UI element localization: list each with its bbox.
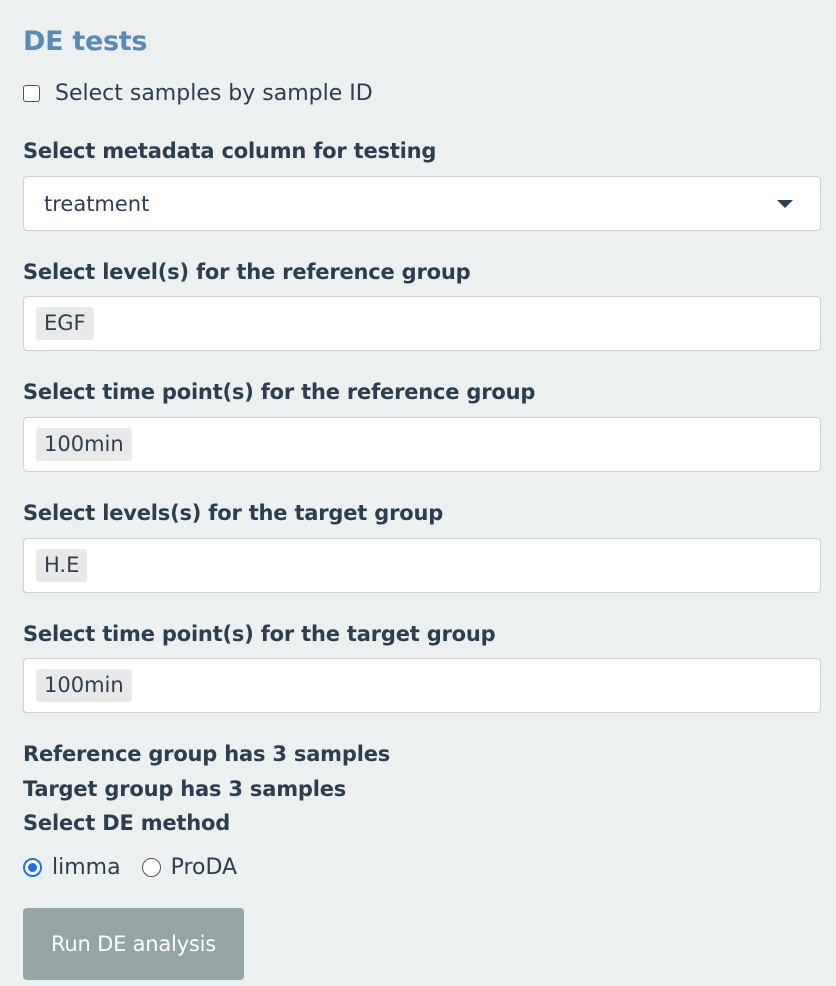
target-timepoint-chip[interactable]: 100min: [36, 669, 132, 702]
metadata-column-value: treatment: [44, 192, 150, 216]
reference-timepoints-label: Select time point(s) for the reference g…: [23, 380, 536, 404]
run-de-analysis-button[interactable]: Run DE analysis: [23, 908, 244, 980]
target-levels-label: Select levels(s) for the target group: [23, 501, 444, 525]
reference-levels-input[interactable]: EGF: [23, 296, 821, 351]
metadata-column-select[interactable]: treatment: [23, 176, 821, 231]
reference-level-chip[interactable]: EGF: [36, 307, 94, 340]
metadata-column-label: Select metadata column for testing: [23, 139, 437, 163]
select-by-sample-id-toggle[interactable]: Select samples by sample ID: [23, 78, 373, 108]
radio-limma-label[interactable]: limma: [52, 855, 121, 880]
chevron-down-icon[interactable]: [777, 200, 793, 208]
select-by-sample-id-checkbox[interactable]: [23, 84, 40, 102]
target-count-text: Target group has 3 samples: [23, 777, 347, 801]
radio-limma[interactable]: [23, 857, 42, 877]
reference-timepoints-input[interactable]: 100min: [23, 417, 821, 472]
de-method-label: Select DE method: [23, 811, 231, 835]
reference-count-text: Reference group has 3 samples: [23, 742, 391, 766]
select-by-sample-id-label: Select samples by sample ID: [55, 80, 373, 106]
radio-proda[interactable]: [141, 857, 161, 877]
reference-levels-label: Select level(s) for the reference group: [23, 260, 471, 284]
radio-proda-label[interactable]: ProDA: [171, 855, 238, 880]
target-timepoints-input[interactable]: 100min: [23, 658, 821, 713]
de-method-radio-group: limma ProDA: [23, 851, 258, 883]
section-title: DE tests: [23, 26, 148, 57]
target-levels-input[interactable]: H.E: [23, 538, 821, 593]
reference-timepoint-chip[interactable]: 100min: [36, 428, 132, 461]
target-timepoints-label: Select time point(s) for the target grou…: [23, 622, 496, 646]
target-level-chip[interactable]: H.E: [36, 549, 88, 582]
